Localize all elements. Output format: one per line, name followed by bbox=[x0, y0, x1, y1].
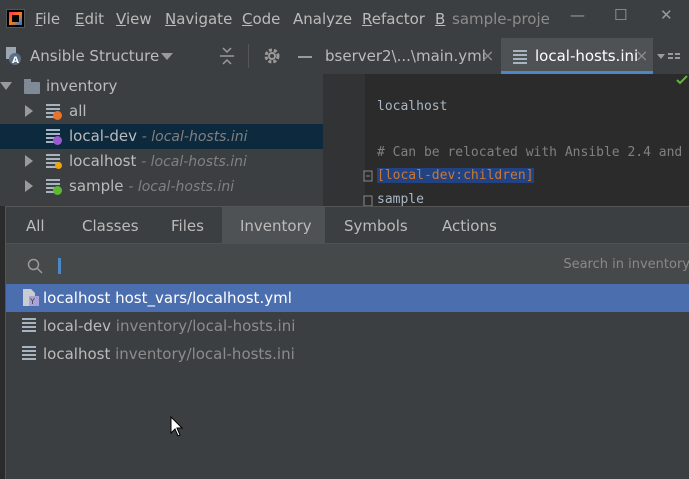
tree-item-all[interactable]: all bbox=[0, 99, 323, 124]
tab-close-icon[interactable]: × bbox=[481, 46, 494, 65]
popup-tab-bar: All Classes Files Inventory Symbols Acti… bbox=[6, 207, 689, 243]
close-window-button[interactable]: ✕ bbox=[660, 6, 673, 24]
tab-label: local-hosts.ini bbox=[535, 47, 639, 65]
tab-inventory[interactable]: Inventory bbox=[222, 207, 325, 243]
structure-tree: inventory all local-dev - local-hosts.in… bbox=[0, 74, 323, 206]
search-hint: Search in inventory bbox=[563, 257, 689, 272]
code-section: [local-dev:children] bbox=[377, 168, 534, 183]
code-comment: # Can be relocated with Ansible 2.4 and bbox=[377, 145, 683, 160]
mouse-pointer-icon bbox=[170, 416, 184, 437]
code-line: localhost bbox=[377, 99, 448, 114]
menu-code[interactable]: Code bbox=[242, 10, 280, 28]
menu-build[interactable]: B bbox=[435, 10, 445, 28]
ini-file-icon bbox=[22, 346, 36, 360]
result-path: inventory/local-hosts.ini bbox=[115, 345, 295, 363]
result-item[interactable]: local-dev inventory/local-hosts.ini bbox=[6, 312, 689, 340]
menu-edit[interactable]: Edit bbox=[75, 10, 104, 28]
search-everywhere-popup: All Classes Files Inventory Symbols Acti… bbox=[5, 206, 689, 479]
menu-refactor[interactable]: Refactor bbox=[362, 10, 425, 28]
tab-main-yml[interactable]: bserver2\...\main.yml × bbox=[323, 38, 500, 74]
group-badge-icon bbox=[53, 111, 62, 120]
tab-close-icon[interactable]: × bbox=[635, 46, 648, 65]
result-path: host_vars/localhost.yml bbox=[115, 289, 292, 307]
collapse-all-icon[interactable] bbox=[219, 46, 235, 66]
ini-file-icon bbox=[22, 318, 36, 332]
tree-item-local-dev[interactable]: local-dev - local-hosts.ini bbox=[0, 124, 323, 149]
tab-label: bserver2\...\main.yml bbox=[325, 47, 486, 65]
tree-label: all bbox=[69, 102, 87, 120]
inspection-ok-icon[interactable] bbox=[676, 75, 688, 85]
code-editor[interactable] bbox=[365, 74, 689, 206]
minimize-button[interactable]: — bbox=[570, 6, 585, 24]
svg-text:Y: Y bbox=[29, 297, 35, 306]
expand-arrow-icon[interactable] bbox=[25, 180, 33, 192]
result-name: local-dev bbox=[43, 317, 111, 335]
gear-icon[interactable] bbox=[263, 47, 281, 65]
maximize-button[interactable]: ☐ bbox=[614, 6, 627, 24]
tree-label: inventory bbox=[46, 77, 118, 95]
editor-tab-bar: bserver2\...\main.yml × local-hosts.ini … bbox=[323, 38, 689, 74]
structure-panel-header: A Ansible Structure bbox=[0, 38, 323, 75]
menu-navigate[interactable]: Navigate bbox=[165, 10, 232, 28]
code-line: sample bbox=[377, 192, 424, 207]
tab-classes[interactable]: Classes bbox=[64, 207, 150, 243]
yaml-file-icon: Y bbox=[23, 289, 39, 306]
expand-arrow-icon[interactable] bbox=[0, 82, 12, 90]
tree-item-sample[interactable]: sample - local-hosts.ini bbox=[0, 174, 323, 199]
menu-view[interactable]: View bbox=[116, 10, 152, 28]
tree-file-hint: - local-hosts.ini bbox=[141, 129, 248, 145]
host-badge-icon bbox=[55, 162, 62, 169]
result-path: inventory/local-hosts.ini bbox=[115, 317, 296, 335]
search-input[interactable] bbox=[54, 254, 554, 280]
expand-arrow-icon[interactable] bbox=[25, 105, 33, 117]
tree-file-hint: - local-hosts.ini bbox=[128, 179, 235, 195]
tree-item-inventory[interactable]: inventory bbox=[0, 74, 323, 99]
svg-text:A: A bbox=[12, 56, 19, 65]
editor-gutter bbox=[323, 74, 365, 206]
result-item[interactable]: Y localhost host_vars/localhost.yml bbox=[6, 284, 689, 312]
app-logo-icon[interactable] bbox=[6, 9, 25, 28]
expand-arrow-icon[interactable] bbox=[25, 155, 33, 167]
text-cursor bbox=[58, 258, 61, 274]
search-icon bbox=[27, 258, 43, 274]
result-name: localhost bbox=[43, 345, 111, 363]
tab-files[interactable]: Files bbox=[150, 207, 222, 243]
menu-file[interactable]: File bbox=[35, 10, 60, 28]
tree-label: local-dev bbox=[69, 127, 137, 145]
tree-file-hint: - local-hosts.ini bbox=[141, 154, 247, 170]
result-name: localhost bbox=[43, 289, 111, 307]
hide-panel-icon[interactable] bbox=[298, 56, 312, 58]
group-badge-icon bbox=[53, 186, 62, 195]
header-divider bbox=[248, 44, 249, 68]
tree-item-localhost[interactable]: localhost - local-hosts.ini bbox=[0, 149, 323, 174]
menu-analyze[interactable]: Analyze bbox=[293, 10, 352, 28]
tab-local-hosts-ini[interactable]: local-hosts.ini × bbox=[501, 38, 653, 74]
group-badge-icon bbox=[53, 136, 62, 145]
tab-symbols[interactable]: Symbols bbox=[325, 207, 422, 243]
title-bar: File Edit View Navigate Code Analyze Ref… bbox=[0, 0, 689, 38]
ini-file-icon bbox=[513, 50, 527, 64]
project-title: sample-proje bbox=[452, 10, 550, 28]
tab-list-icon[interactable] bbox=[657, 52, 685, 62]
folder-icon bbox=[24, 79, 40, 94]
tree-label: localhost bbox=[69, 152, 137, 170]
chevron-down-icon[interactable] bbox=[161, 53, 173, 61]
result-item[interactable]: localhost inventory/local-hosts.ini bbox=[6, 340, 689, 368]
structure-panel-title: Ansible Structure bbox=[30, 47, 160, 65]
tab-all[interactable]: All bbox=[6, 207, 64, 243]
fold-marker-icon[interactable] bbox=[363, 170, 373, 182]
tree-label: sample bbox=[69, 177, 124, 195]
results-list: Y localhost host_vars/localhost.yml loca… bbox=[6, 284, 689, 474]
ansible-icon: A bbox=[6, 47, 21, 65]
tab-actions[interactable]: Actions bbox=[422, 207, 512, 243]
